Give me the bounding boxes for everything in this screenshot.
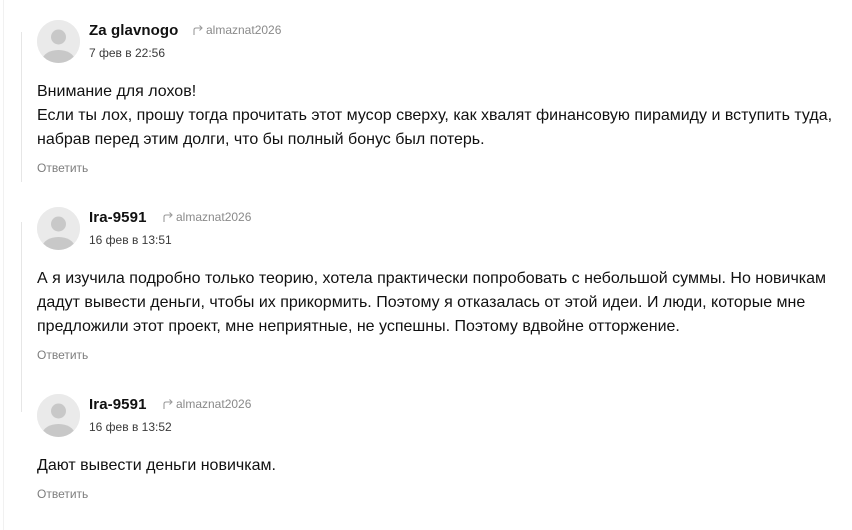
reply-to[interactable]: almaznat2026 — [162, 397, 251, 411]
user-avatar-icon — [37, 394, 80, 437]
avatar[interactable] — [37, 20, 80, 63]
thread-line — [3, 0, 4, 530]
user-avatar-icon — [37, 20, 80, 63]
comment-thread: Za glavnogo almaznat2026 7 фев в 22:56 В… — [0, 0, 852, 530]
comment: Za glavnogo almaznat2026 7 фев в 22:56 В… — [37, 20, 837, 177]
comment: Ira-9591 almaznat2026 16 фев в 13:52 Даю… — [37, 394, 837, 503]
author-name[interactable]: Ira-9591 — [89, 396, 147, 413]
reply-to-username: almaznat2026 — [176, 397, 252, 411]
reply-to-username: almaznat2026 — [176, 210, 252, 224]
reply-arrow-icon — [163, 212, 173, 222]
reply-arrow-icon — [193, 25, 203, 35]
comment-header: Ira-9591 almaznat2026 16 фев в 13:51 — [37, 207, 837, 253]
author-name[interactable]: Ira-9591 — [89, 209, 147, 226]
comment-date[interactable]: 7 фев в 22:56 — [89, 46, 165, 60]
thread-line — [21, 372, 22, 412]
avatar[interactable] — [37, 207, 80, 250]
avatar[interactable] — [37, 394, 80, 437]
comment-text: А я изучила подробно только теорию, хоте… — [37, 270, 827, 335]
comment: Ira-9591 almaznat2026 16 фев в 13:51 А я… — [37, 207, 837, 364]
thread-line — [21, 32, 22, 182]
reply-button[interactable]: Ответить — [37, 161, 88, 175]
reply-to[interactable]: almaznat2026 — [162, 210, 251, 224]
comment-header: Ira-9591 almaznat2026 16 фев в 13:52 — [37, 394, 837, 440]
comment-header: Za glavnogo almaznat2026 7 фев в 22:56 — [37, 20, 837, 66]
reply-to-username: almaznat2026 — [206, 23, 282, 37]
reply-button[interactable]: Ответить — [37, 348, 88, 362]
reply-arrow-icon — [163, 399, 173, 409]
reply-to[interactable]: almaznat2026 — [192, 23, 281, 37]
reply-button[interactable]: Ответить — [37, 487, 88, 501]
author-name[interactable]: Za glavnogo — [89, 22, 178, 39]
comment-date[interactable]: 16 фев в 13:52 — [89, 420, 172, 434]
comment-text: Внимание для лохов! Если ты лох, прошу т… — [37, 83, 833, 148]
thread-line — [21, 222, 22, 372]
comment-date[interactable]: 16 фев в 13:51 — [89, 233, 172, 247]
user-avatar-icon — [37, 207, 80, 250]
comment-text: Дают вывести деньги новичкам. — [37, 457, 276, 474]
